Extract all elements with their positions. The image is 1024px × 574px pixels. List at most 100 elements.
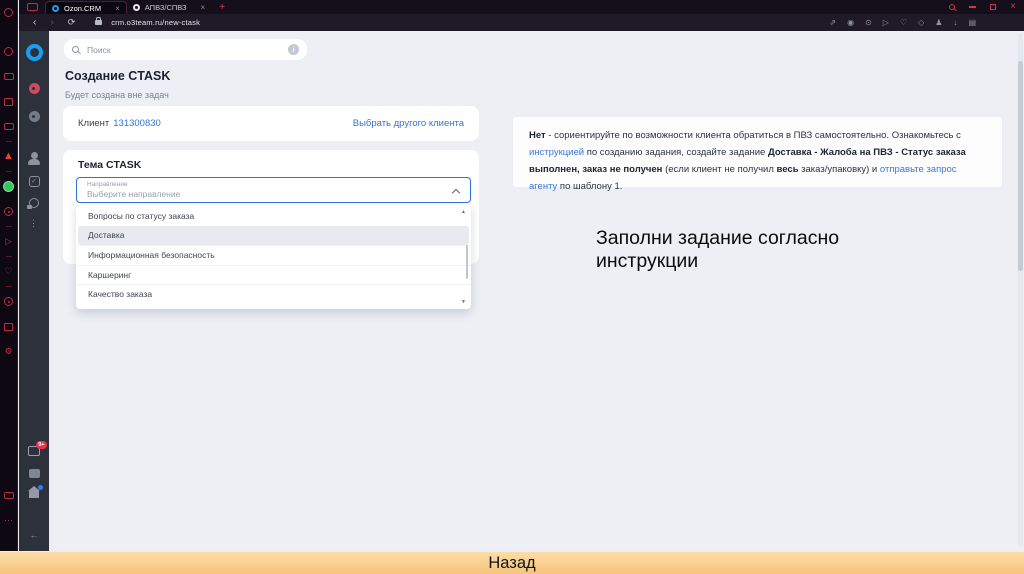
camera-icon[interactable] [27,3,38,11]
play-icon[interactable]: ▷ [883,18,889,27]
clients-icon[interactable] [28,152,40,165]
tab-close-icon[interactable]: × [201,3,206,12]
screenshot-icon[interactable]: ◉ [847,18,854,27]
ozon-favicon [52,4,59,12]
url-field[interactable]: crm.o3team.ru/new-ctask [111,18,200,27]
browser-navbar: ‹ › ⟳ crm.o3team.ru/new-ctask ⇗ ◉ ⊙ ▷ ♡ … [19,14,1024,31]
back-button[interactable]: ‹ [33,17,36,28]
info-icon[interactable]: i [288,44,299,55]
tab-apvz-spvz[interactable]: АПВЗ/СПВЗ × [127,1,211,14]
dropdown-option-highlighted[interactable]: Доставка [78,225,469,245]
logout-icon[interactable]: ← [29,530,40,541]
topic-title: Тема CTASK [78,159,142,171]
search-icon[interactable] [949,4,956,10]
dropdown-scrollbar[interactable] [465,245,468,279]
browser-toolbar: ⇗ ◉ ⊙ ▷ ♡ ◇ ♟ ↓ ▤ [829,18,1024,27]
printer-icon[interactable] [0,64,18,89]
scroll-up-icon[interactable]: ▲ [461,209,466,215]
divider [5,256,12,257]
scroll-down-icon[interactable]: ▼ [461,299,466,305]
recorder-icon[interactable]: ⊙ [865,18,872,27]
search-placeholder: Поиск [87,44,111,55]
minimize-button[interactable] [969,6,977,8]
select-label: Направление [87,181,128,188]
dropdown-option[interactable]: Каршеринг [76,264,471,285]
direction-select[interactable]: Направление Выберите направление [76,177,471,203]
crm-sidebar: ✓ ⋮ 9+ ← [19,31,49,551]
new-tab-button[interactable]: + [219,2,225,13]
instruction-text: по шаблону 1. [557,181,623,192]
record-icon[interactable] [0,199,18,224]
target-icon[interactable] [28,111,40,122]
profile-icon[interactable]: ♟ [935,18,942,27]
instruction-text: Нет [529,130,546,141]
outer-red-rail: ▲ ▷ ♡ ⚙ ⋯ [0,0,18,551]
extensions-icon[interactable]: ◇ [918,18,924,27]
reload-button[interactable]: ⟳ [68,17,76,28]
chat-icon[interactable] [28,469,40,478]
dropdown-option[interactable]: Вопросы по статусу заказа [76,206,471,226]
client-id-link[interactable]: 131300830 [113,118,161,129]
instruction-text: по созданию задания, создайте задание [584,147,768,158]
instruction-box: Нет - сориентируйте по возможности клиен… [513,117,1002,192]
clock-icon[interactable] [0,289,18,314]
sidebar-toggle-icon[interactable]: ▤ [968,18,976,27]
tab-favicon [132,4,140,11]
tasks-icon[interactable]: ✓ [28,176,40,187]
divider [5,286,12,287]
page-scrollbar[interactable] [1018,33,1023,547]
client-card: Клиент 131300830 Выбрать другого клиента [63,106,479,141]
dropdown-option[interactable]: Качество заказа [76,284,471,304]
heart-icon[interactable]: ♡ [0,259,18,284]
history-icon[interactable] [0,39,18,64]
restore-button[interactable] [990,4,997,10]
tab-close-icon[interactable]: × [115,4,120,13]
close-button[interactable]: × [1010,2,1016,12]
divider [5,171,12,172]
change-client-link[interactable]: Выбрать другого клиента [353,118,464,129]
search-input[interactable]: Поиск i [64,39,307,60]
instruction-link[interactable]: инструкцией [529,147,584,158]
ozon-logo[interactable] [25,44,43,61]
search-icon [72,46,79,53]
lock-icon [95,17,103,25]
crm-page: ✓ ⋮ 9+ ← Поиск i Создание CTASK Будет со… [19,31,1024,551]
instruction-text: (если клиент не получил [662,164,777,175]
page-subtitle: Будет создана вне задач [65,90,169,100]
instruction-text: заказ/упаковку) и [798,164,880,175]
box-icon[interactable] [0,314,18,339]
apps-icon[interactable] [0,114,18,139]
downloads-icon[interactable]: ↓ [953,18,957,27]
tab-title: АПВЗ/СПВЗ [144,3,187,12]
gear-icon[interactable]: ⚙ [0,339,18,364]
back-button-bar[interactable]: Назад [0,551,1024,574]
scrollbar-thumb[interactable] [1018,61,1023,271]
share-icon[interactable]: ⇗ [829,18,836,27]
divider [5,226,12,227]
screenshot-root: ▲ ▷ ♡ ⚙ ⋯ Ozon.CRM × АПВЗ/СПВЗ × + × ‹ ›… [0,0,1024,574]
page-title: Создание CTASK [65,69,171,83]
back-label: Назад [488,553,536,572]
notification-badge: 9+ [35,441,47,449]
browser-titlebar: Ozon.CRM × АПВЗ/СПВЗ × + × [19,0,1024,14]
orders-icon[interactable]: 9+ [28,441,47,456]
chat-icon[interactable] [0,89,18,114]
whatsapp-icon[interactable] [0,174,18,199]
record-icon[interactable] [28,83,40,94]
home-icon[interactable] [28,485,43,498]
profile-icon[interactable] [0,0,18,25]
favorites-icon[interactable]: ♡ [900,18,907,27]
flame-icon[interactable]: ▲ [0,144,18,169]
panel-icon[interactable] [0,483,18,508]
dropdown-option[interactable]: Информационная безопасность [76,245,471,265]
tab-ozon-crm[interactable]: Ozon.CRM × [45,1,127,14]
forward-button[interactable]: › [50,17,53,28]
client-label: Клиент [78,118,110,129]
play-icon[interactable]: ▷ [0,229,18,254]
more-icon[interactable]: ⋯ [0,508,18,533]
more-icon[interactable]: ⋮ [29,218,39,229]
instruction-text: - сориентируйте по возможности клиента о… [545,130,961,141]
divider [5,141,12,142]
support-icon[interactable] [27,198,39,209]
direction-dropdown: Вопросы по статусу заказа Доставка Инфор… [76,203,471,309]
